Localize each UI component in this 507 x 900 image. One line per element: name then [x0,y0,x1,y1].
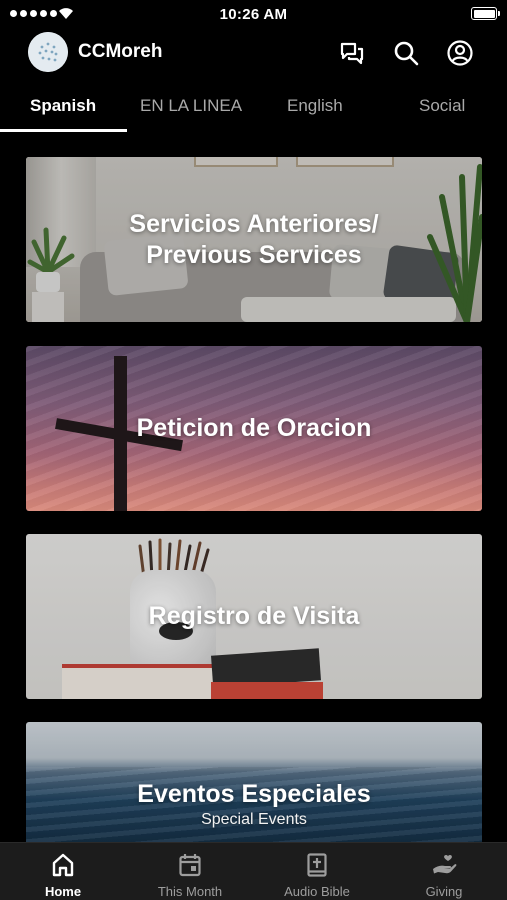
tab-spanish[interactable]: Spanish [30,96,96,116]
battery-icon [471,7,500,20]
card-prayer-request[interactable]: Peticion de Oracion [26,346,482,511]
nav-home[interactable]: Home [0,843,126,900]
tab-bar: Spanish EN LA LINEA English Social [0,88,507,134]
nav-this-month[interactable]: This Month [127,843,253,900]
account-icon[interactable] [446,39,474,67]
card-title: Eventos Especiales [137,780,371,808]
card-subtitle: Special Events [201,811,307,828]
bottom-nav: Home This Month Audio Bible Giving [0,842,507,900]
calendar-icon [179,854,201,877]
chat-icon[interactable] [338,39,366,67]
nav-label: This Month [157,884,223,899]
status-bar: 10:26 AM [0,0,507,28]
search-icon[interactable] [392,39,420,67]
app-header: CCMoreh [0,30,507,74]
nav-label: Home [44,884,82,899]
tab-english[interactable]: English [287,96,343,116]
card-title: Servicios Anteriores/ [129,210,379,238]
card-previous-services[interactable]: Servicios Anteriores/ Previous Services [26,157,482,322]
nav-giving[interactable]: Giving [381,843,507,900]
home-icon [52,853,74,877]
giving-hand-icon [433,855,457,874]
app-title: CCMoreh [78,41,163,62]
card-visitor-registration[interactable]: Registro de Visita [26,534,482,699]
status-time: 10:26 AM [219,6,288,23]
tab-en-la-linea[interactable]: EN LA LINEA [140,96,242,116]
active-tab-indicator [0,129,127,132]
tab-social[interactable]: Social [419,96,465,116]
card-title: Peticion de Oracion [136,414,372,442]
card-special-events[interactable]: Eventos Especiales Special Events [26,722,482,842]
card-title: Registro de Visita [148,602,360,630]
droplets-logo-icon [28,32,68,72]
bible-icon [307,853,327,877]
card-title-line2: Previous Services [146,241,362,269]
nav-label: Audio Bible [284,884,350,899]
nav-audio-bible[interactable]: Audio Bible [254,843,380,900]
app-logo[interactable] [28,32,68,72]
nav-label: Giving [425,884,463,899]
